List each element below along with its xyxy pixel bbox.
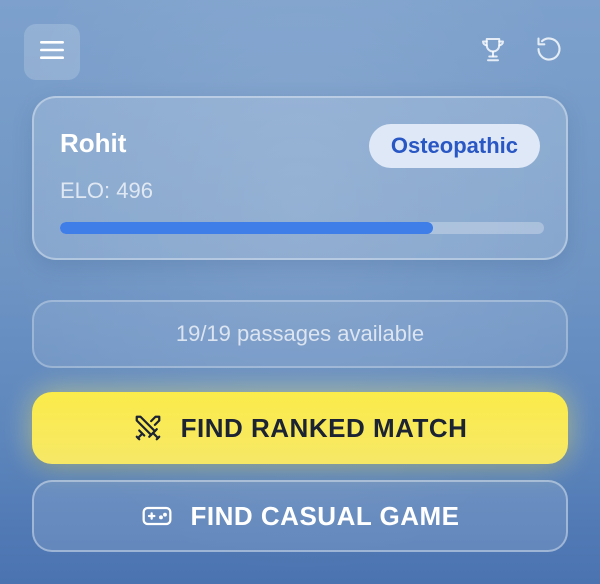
reset-button[interactable] (532, 34, 566, 68)
trophy-icon (478, 34, 508, 69)
elo-progress-bar (60, 222, 544, 234)
player-name: Rohit (60, 128, 127, 158)
leaderboard-button[interactable] (476, 34, 510, 68)
find-ranked-match-label: FIND RANKED MATCH (180, 412, 468, 443)
passages-status-text: 19/19 passages available (175, 321, 425, 346)
find-ranked-match-button[interactable]: FIND RANKED MATCH (32, 392, 568, 464)
find-casual-game-button[interactable]: FIND CASUAL GAME (32, 480, 568, 552)
player-profile-card: Rohit Osteopathic ELO: 496 (32, 96, 568, 260)
elo-progress-fill (60, 222, 433, 234)
rotate-ccw-icon (535, 35, 563, 68)
menu-button[interactable] (24, 24, 80, 80)
passages-status: 19/19 passages available (32, 300, 568, 368)
find-casual-game-label: FIND CASUAL GAME (190, 500, 460, 531)
specialty-badge: Osteopathic (368, 124, 540, 168)
gamepad-icon (141, 500, 173, 532)
hamburger-menu-icon (39, 39, 65, 66)
elo-rating: ELO: 496 (60, 178, 153, 203)
crossed-swords-icon (133, 413, 163, 443)
